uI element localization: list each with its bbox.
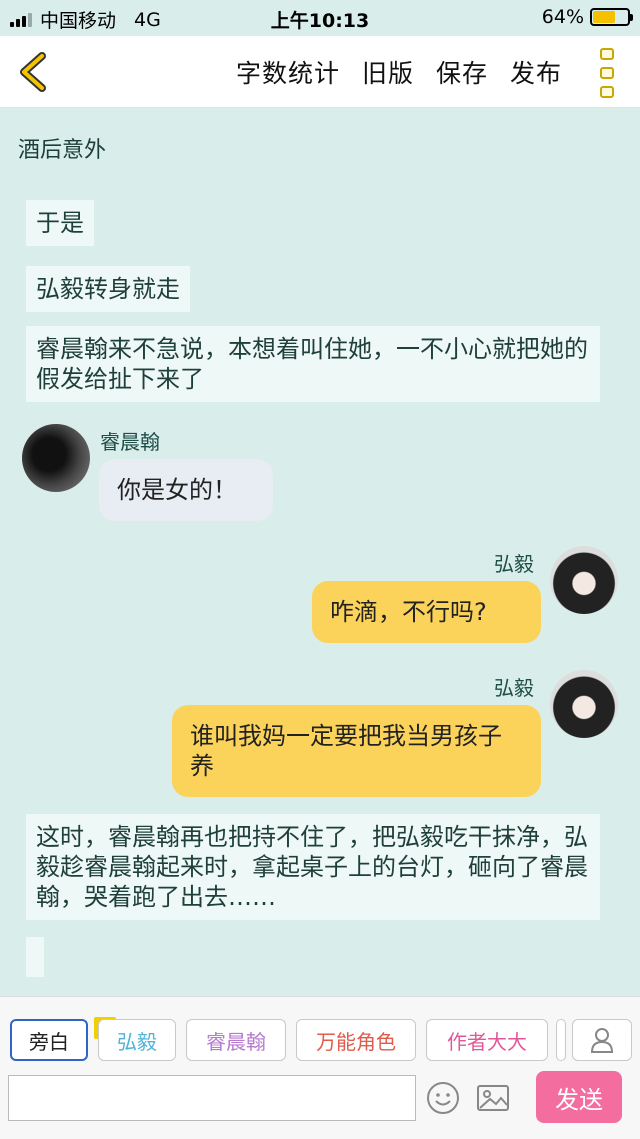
role-tab-hongyi[interactable]: 弘毅 [98, 1019, 176, 1061]
emoji-icon[interactable] [426, 1081, 460, 1115]
sender-name: 弘毅 [494, 552, 534, 576]
avatar[interactable] [550, 546, 618, 614]
composer-toolbar: 旁白 主 弘毅 睿晨翰 万能角色 作者大大 发送 [0, 996, 640, 1139]
role-tab-more[interactable] [556, 1019, 566, 1061]
avatar[interactable] [22, 424, 90, 492]
chevron-left-icon [20, 52, 46, 92]
image-icon[interactable] [476, 1081, 510, 1115]
role-tab-narrator[interactable]: 旁白 [10, 1019, 88, 1061]
save-button[interactable]: 保存 [436, 54, 488, 90]
avatar[interactable] [550, 670, 618, 738]
nav-bar: 字数统计 旧版 保存 发布 [0, 36, 640, 108]
sender-name: 弘毅 [494, 676, 534, 700]
status-bar: 中国移动 4G 上午10:13 64% [0, 0, 640, 36]
person-icon [590, 1028, 614, 1053]
old-version-button[interactable]: 旧版 [362, 54, 414, 90]
back-button[interactable] [14, 50, 54, 94]
battery-percent: 64% [541, 6, 584, 28]
add-role-button[interactable] [572, 1019, 632, 1061]
message-bubble[interactable]: 你是女的！ [99, 459, 273, 521]
more-menu-icon[interactable] [596, 48, 618, 98]
narration-block[interactable]: 这时，睿晨翰再也把持不住了，把弘毅吃干抹净，弘毅趁睿晨翰起来时，拿起桌子上的台灯… [26, 814, 600, 920]
message-bubble[interactable]: 咋滴，不行吗? [312, 581, 541, 643]
message-input[interactable] [8, 1075, 416, 1121]
narration-block[interactable]: 于是 [26, 200, 94, 246]
publish-button[interactable]: 发布 [510, 54, 562, 90]
empty-narration-block[interactable] [26, 937, 44, 977]
word-count-button[interactable]: 字数统计 [236, 54, 340, 90]
battery-icon [590, 8, 633, 26]
role-tab-ruichenhan[interactable]: 睿晨翰 [186, 1019, 286, 1061]
narration-block[interactable]: 弘毅转身就走 [26, 266, 190, 312]
narration-block[interactable]: 睿晨翰来不急说，本想着叫住她，一不小心就把她的假发给扯下来了 [26, 326, 600, 402]
role-tab-universal[interactable]: 万能角色 [296, 1019, 416, 1061]
role-tab-author[interactable]: 作者大大 [426, 1019, 548, 1061]
sender-name: 睿晨翰 [100, 430, 160, 454]
send-button[interactable]: 发送 [536, 1071, 622, 1123]
message-bubble[interactable]: 谁叫我妈一定要把我当男孩子养 [172, 705, 541, 797]
chapter-title: 酒后意外 [18, 138, 107, 163]
